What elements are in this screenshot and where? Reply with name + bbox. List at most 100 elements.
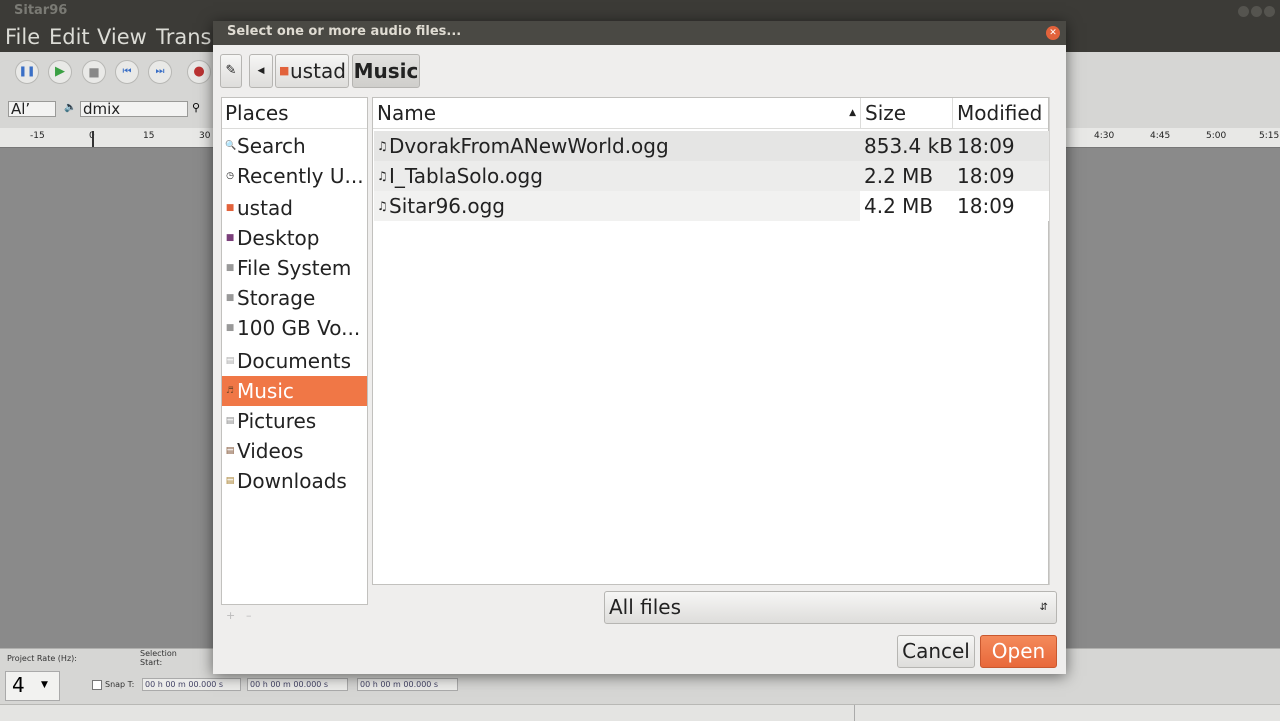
place-ustad[interactable]: ■ ustad (222, 193, 367, 223)
file-name: DvorakFromANewWorld.ogg (389, 134, 669, 158)
place-desktop[interactable]: ■ Desktop (222, 223, 367, 253)
places-header: Places (222, 98, 367, 129)
project-rate-combo[interactable]: 4 ▼ (5, 671, 60, 701)
cancel-button[interactable]: Cancel (897, 635, 975, 668)
place-label: Music (237, 379, 294, 403)
place-volume[interactable]: ■ 100 GB Vo... (222, 313, 367, 343)
folder-icon: ▤ (225, 416, 235, 426)
file-row[interactable]: ♫ I_TablaSolo.ogg 2.2 MB 18:09 (374, 161, 1049, 191)
path-segment-ustad[interactable]: ■ ustad (275, 54, 349, 88)
ruler-tick: 5:15 (1259, 131, 1280, 141)
filter-value: All files (609, 595, 682, 619)
host-select[interactable]: Al’ (8, 101, 56, 117)
column-header-size[interactable]: Size (861, 98, 953, 129)
selection-end-time[interactable]: 00 h 00 m 00.000 s (247, 678, 348, 691)
close-window-button[interactable] (1264, 6, 1275, 17)
file-list: Name ▲ Size Modified ♫ DvorakFromANewWor… (372, 97, 1049, 585)
place-search[interactable]: 🔍 Search (222, 131, 367, 161)
path-segment-music[interactable]: Music (352, 54, 420, 88)
drive-icon: ■ (225, 263, 235, 273)
speaker-icon: 🔈 (64, 102, 77, 113)
file-modified: 18:09 (957, 134, 1015, 158)
ruler-tick: 5:00 (1206, 131, 1227, 141)
file-size: 4.2 MB (864, 194, 934, 218)
place-label: Recently U... (237, 164, 364, 188)
place-recent[interactable]: ◷ Recently U... (222, 161, 367, 191)
search-icon: 🔍 (225, 141, 237, 151)
audio-position-time[interactable]: 00 h 00 m 00.000 s (357, 678, 458, 691)
skip-end-icon[interactable]: ⏭ (148, 60, 172, 84)
menu-file[interactable]: File (5, 25, 40, 49)
add-bookmark-icon[interactable]: + (226, 609, 235, 622)
place-label: Storage (237, 286, 316, 310)
open-button[interactable]: Open (980, 635, 1057, 668)
place-label: File System (237, 256, 352, 280)
ruler-tick: 4:30 (1094, 131, 1115, 141)
project-rate-label: Project Rate (Hz): (7, 654, 77, 663)
place-music[interactable]: ♬ Music (222, 376, 367, 406)
place-label: Desktop (237, 226, 320, 250)
maximize-button[interactable] (1251, 6, 1262, 17)
drive-icon: ■ (225, 323, 235, 333)
file-row[interactable]: ♫ DvorakFromANewWorld.ogg 853.4 kB 18:09 (374, 131, 1049, 161)
ruler-tick: 30 (199, 131, 211, 141)
selection-start-time[interactable]: 00 h 00 m 00.000 s (142, 678, 241, 691)
place-label: Videos (237, 439, 304, 463)
file-type-filter[interactable]: All files ⇵ (604, 591, 1057, 624)
minimize-button[interactable] (1238, 6, 1249, 17)
file-modified: 18:09 (957, 194, 1015, 218)
file-list-scrollbar[interactable] (1049, 97, 1058, 585)
menu-view[interactable]: View (97, 25, 147, 49)
place-label: ustad (237, 196, 293, 220)
chevron-down-icon: ▼ (41, 680, 48, 690)
place-file-system[interactable]: ■ File System (222, 253, 367, 283)
place-pictures[interactable]: ▤ Pictures (222, 406, 367, 436)
app-title: Sitar96 (14, 3, 68, 18)
menu-edit[interactable]: Edit (49, 25, 90, 49)
folder-icon: ▤ (225, 356, 235, 366)
play-icon[interactable]: ▶ (48, 60, 72, 84)
file-name: I_TablaSolo.ogg (389, 164, 543, 188)
stop-icon[interactable]: ■ (82, 60, 106, 84)
place-label: Documents (237, 349, 352, 373)
project-rate-value: 4 (12, 673, 25, 697)
place-storage[interactable]: ■ Storage (222, 283, 367, 313)
home-folder-icon: ■ (279, 64, 290, 77)
place-label: Downloads (237, 469, 347, 493)
place-downloads[interactable]: ▤ Downloads (222, 466, 367, 496)
file-chooser-dialog: Select one or more audio files... ✕ ✎ ◀ … (213, 21, 1066, 674)
microphone-icon: ⚲ (192, 101, 201, 114)
chevron-left-icon: ◀ (257, 66, 265, 76)
selection-start-label: Selection Start: (140, 649, 177, 667)
column-name-label: Name (377, 101, 437, 125)
snap-checkbox[interactable] (92, 680, 102, 690)
path-segment-label: ustad (290, 59, 346, 83)
file-row[interactable]: ♫ Sitar96.ogg 4.2 MB 18:09 (374, 191, 1049, 221)
column-header-modified[interactable]: Modified (953, 98, 1048, 129)
sort-ascending-icon: ▲ (849, 108, 856, 118)
music-folder-icon: ♬ (225, 386, 235, 396)
output-device-select[interactable]: dmix (80, 101, 188, 117)
folder-icon: ▤ (225, 476, 235, 486)
dialog-titlebar: Select one or more audio files... ✕ (213, 21, 1066, 45)
place-documents[interactable]: ▤ Documents (222, 346, 367, 376)
edit-location-button[interactable]: ✎ (220, 54, 242, 88)
close-icon[interactable]: ✕ (1046, 26, 1060, 40)
place-videos[interactable]: ▤ Videos (222, 436, 367, 466)
skip-start-icon[interactable]: ⏮ (115, 60, 139, 84)
file-modified: 18:09 (957, 164, 1015, 188)
audio-file-icon: ♫ (377, 199, 388, 213)
ruler-tick: -15 (30, 131, 45, 141)
remove-bookmark-icon[interactable]: – (246, 609, 252, 622)
home-folder-icon: ■ (225, 203, 235, 213)
audio-file-icon: ♫ (377, 169, 388, 183)
place-label: Search (237, 134, 306, 158)
column-header-name[interactable]: Name ▲ (373, 98, 861, 129)
record-icon[interactable]: ● (187, 60, 211, 84)
menu-transport[interactable]: Trans (156, 25, 212, 49)
audio-file-icon: ♫ (377, 139, 388, 153)
status-bar (0, 704, 1280, 721)
pause-icon[interactable]: ❚❚ (15, 60, 39, 84)
places-sidebar: Places 🔍 Search ◷ Recently U... ■ ustad ■ De… (221, 97, 368, 605)
path-back-button[interactable]: ◀ (249, 54, 273, 88)
